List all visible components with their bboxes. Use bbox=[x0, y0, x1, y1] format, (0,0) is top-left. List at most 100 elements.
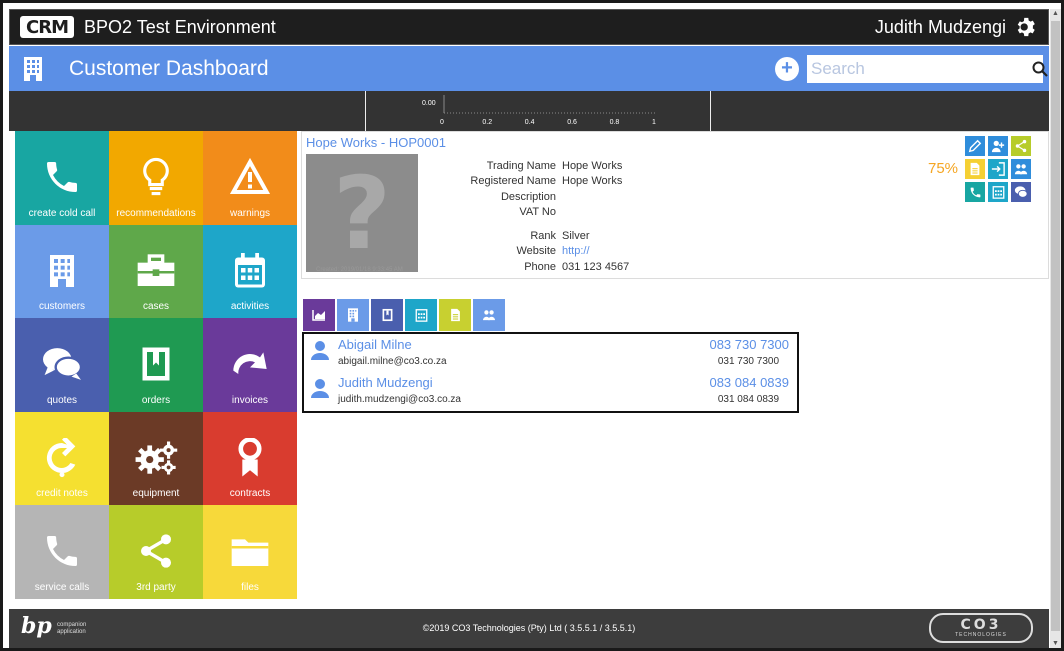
detail-tabs bbox=[303, 299, 507, 331]
top-bar: CRM BPO2 Test Environment Judith Mudzeng… bbox=[9, 9, 1049, 45]
field-label: Registered Name bbox=[470, 175, 556, 188]
tile-equipment[interactable]: equipment bbox=[109, 411, 203, 506]
tile-label: activities bbox=[230, 301, 270, 313]
add-button[interactable]: + bbox=[775, 56, 799, 81]
contact-row[interactable]: Abigail Milne 083 730 7300 abigail.milne@c… bbox=[304, 334, 797, 372]
company-actions bbox=[965, 136, 1036, 202]
folder-icon bbox=[228, 529, 272, 573]
tile-label: warnings bbox=[229, 207, 271, 219]
contacts-tab[interactable] bbox=[473, 299, 505, 331]
building-tab[interactable] bbox=[337, 299, 369, 331]
search-input[interactable] bbox=[807, 54, 1032, 83]
dashboard-header: Customer Dashboard + bbox=[9, 46, 1049, 91]
contact-name[interactable]: Judith Mudzengi bbox=[338, 375, 433, 390]
field-registered-name: Registered Name Hope Works bbox=[462, 174, 629, 190]
tile-credit-notes[interactable]: credit notes bbox=[15, 411, 109, 506]
phone-icon bbox=[40, 155, 84, 199]
field-label: Description bbox=[500, 190, 556, 203]
undo-arrow-icon bbox=[40, 436, 84, 480]
field-value: 031 123 4567 bbox=[562, 260, 630, 273]
tile-label: service calls bbox=[34, 581, 90, 593]
warning-icon bbox=[228, 155, 272, 199]
tile-quotes[interactable]: quotes bbox=[15, 318, 109, 412]
field-value: Hope Works bbox=[562, 175, 623, 188]
contact-phone[interactable]: 031 730 7300 bbox=[718, 356, 779, 367]
crm-logo[interactable]: CRM bbox=[20, 16, 74, 38]
tile-label: customers bbox=[38, 301, 86, 313]
tile-label: quotes bbox=[46, 394, 78, 406]
share-icon bbox=[134, 529, 178, 573]
building-icon bbox=[40, 249, 84, 293]
field-website: Website http:// bbox=[462, 244, 629, 260]
tile-label: create cold call bbox=[28, 207, 96, 219]
scroll-thumb[interactable] bbox=[1051, 21, 1060, 631]
field-value[interactable]: http:// bbox=[562, 245, 590, 257]
calendar-tab[interactable] bbox=[405, 299, 437, 331]
contact-mobile[interactable]: 083 730 7300 bbox=[709, 337, 789, 352]
tile-recommendations[interactable]: recommendations bbox=[109, 131, 203, 225]
vertical-scrollbar[interactable]: ▲ ▼ bbox=[1050, 9, 1061, 648]
contact-name[interactable]: Abigail Milne bbox=[338, 337, 412, 352]
contact-phone[interactable]: 031 084 0839 bbox=[718, 394, 779, 405]
created-timestamp: Created: 2019/01/18 9:33:45 AM bbox=[316, 267, 403, 273]
lightbulb-icon bbox=[134, 155, 178, 199]
chat-icon[interactable] bbox=[1011, 182, 1031, 202]
book-tab[interactable] bbox=[371, 299, 403, 331]
phone-icon[interactable] bbox=[965, 182, 985, 202]
book-icon bbox=[134, 342, 178, 386]
module-tiles: create cold call recommendations warnings c… bbox=[15, 131, 297, 599]
tile-label: credit notes bbox=[36, 488, 88, 500]
contact-row[interactable]: Judith Mudzengi 083 084 0839 judith.mudzen… bbox=[304, 372, 797, 410]
tile-customers[interactable]: customers bbox=[15, 224, 109, 319]
scroll-down-arrow-icon[interactable]: ▼ bbox=[1051, 639, 1060, 648]
contact-email[interactable]: judith.mudzengi@co3.co.za bbox=[338, 394, 461, 405]
scroll-up-arrow-icon[interactable]: ▲ bbox=[1051, 9, 1060, 19]
tile-create-cold-call[interactable]: create cold call bbox=[15, 131, 109, 225]
field-label: Rank bbox=[530, 229, 556, 242]
field-trading-name: Trading Name Hope Works bbox=[462, 158, 629, 174]
field-label: Website bbox=[516, 245, 556, 258]
chart-tab[interactable] bbox=[303, 299, 335, 331]
calendar-icon[interactable] bbox=[988, 182, 1008, 202]
login-icon[interactable] bbox=[988, 159, 1008, 179]
tile-warnings[interactable]: warnings bbox=[203, 131, 297, 225]
tile-label: 3rd party bbox=[136, 581, 176, 593]
add-contact-icon[interactable] bbox=[988, 136, 1008, 156]
x-tick-label: 0.6 bbox=[567, 119, 577, 126]
search-box bbox=[807, 54, 1048, 83]
tile-3rd-party[interactable]: 3rd party bbox=[109, 505, 203, 599]
share-icon[interactable] bbox=[1011, 136, 1031, 156]
user-name[interactable]: Judith Mudzengi bbox=[875, 17, 1006, 38]
gear-icon[interactable] bbox=[1014, 15, 1038, 39]
edit-icon[interactable] bbox=[965, 136, 985, 156]
phone-icon bbox=[40, 529, 84, 573]
contact-mobile[interactable]: 083 084 0839 bbox=[709, 375, 789, 390]
field-vat-no: VAT No bbox=[462, 205, 629, 221]
tile-contracts[interactable]: contracts bbox=[203, 411, 297, 506]
footer: bp companion application ©2019 CO3 Techn… bbox=[9, 609, 1049, 648]
company-fields: Trading Name Hope Works Registered Name Hop… bbox=[462, 158, 629, 275]
chart-band: 0.00 0 0.2 0.4 0.6 0.8 1 bbox=[9, 91, 1049, 131]
tile-files[interactable]: files bbox=[203, 505, 297, 599]
document-icon[interactable] bbox=[965, 159, 985, 179]
tile-orders[interactable]: orders bbox=[109, 318, 203, 412]
tile-label: invoices bbox=[231, 394, 269, 406]
x-tick-label: 0 bbox=[440, 119, 444, 126]
tile-invoices[interactable]: invoices bbox=[203, 318, 297, 412]
person-icon bbox=[310, 378, 330, 398]
contacts-icon[interactable] bbox=[1011, 159, 1031, 179]
contact-email[interactable]: abigail.milne@co3.co.za bbox=[338, 356, 447, 367]
company-title[interactable]: Hope Works - HOP0001 bbox=[306, 135, 446, 150]
tile-cases[interactable]: cases bbox=[109, 224, 203, 319]
tile-activities[interactable]: activities bbox=[203, 224, 297, 319]
company-image-placeholder[interactable]: ? bbox=[306, 154, 418, 272]
search-icon[interactable] bbox=[1032, 56, 1048, 82]
field-label: Phone bbox=[524, 260, 556, 273]
mini-chart: 0.00 0 0.2 0.4 0.6 0.8 1 bbox=[365, 91, 711, 131]
company-card: Hope Works - HOP0001 ? Created: 2019/01/… bbox=[301, 131, 1049, 279]
document-tab[interactable] bbox=[439, 299, 471, 331]
tile-service-calls[interactable]: service calls bbox=[15, 505, 109, 599]
building-icon bbox=[23, 56, 43, 82]
y-tick-label: 0.00 bbox=[422, 100, 436, 107]
chat-bubbles-icon bbox=[40, 342, 84, 386]
